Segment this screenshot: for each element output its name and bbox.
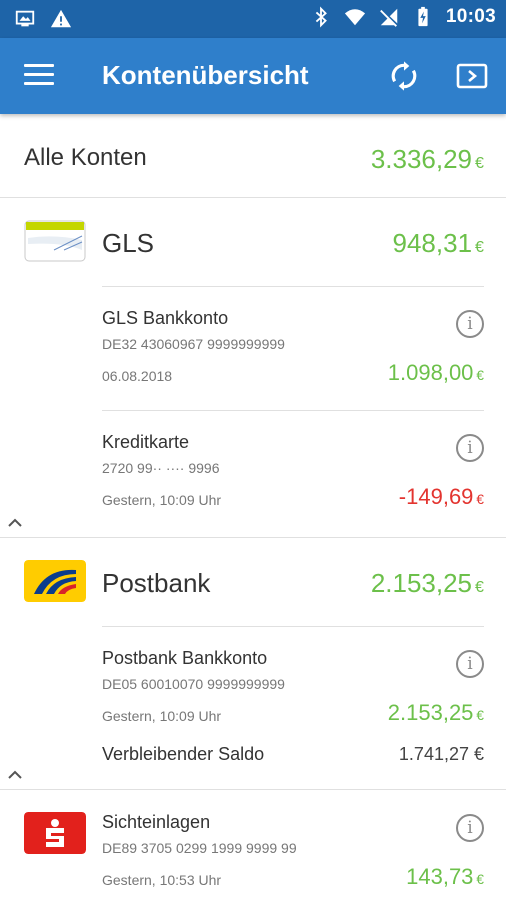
collapse-chevron-icon[interactable] — [8, 768, 22, 782]
account-date: Gestern, 10:09 Uhr — [102, 492, 222, 508]
info-icon[interactable]: i — [456, 650, 484, 678]
screenshot-icon — [15, 10, 35, 27]
account-amount: 143,73 € — [406, 864, 484, 889]
account-amount: 1.098,00 € — [387, 360, 484, 385]
remaining-balance-label: Verbleibender Saldo — [102, 744, 265, 764]
account-date: Gestern, 10:09 Uhr — [102, 708, 222, 724]
account-iban: DE32 43060967 9999999999 — [102, 336, 285, 352]
account-name: GLS Bankkonto — [102, 308, 229, 328]
logout-icon[interactable] — [456, 62, 488, 90]
no-signal-icon — [378, 7, 400, 28]
separator — [102, 286, 484, 287]
sparkasse-logo-icon — [24, 812, 86, 854]
account-name: Sichteinlagen — [102, 812, 211, 832]
menu-icon[interactable] — [24, 64, 54, 88]
wifi-icon — [344, 9, 365, 26]
account-date: Gestern, 10:53 Uhr — [102, 872, 222, 888]
bank-header-gls[interactable]: GLS 948,31 € — [0, 198, 506, 282]
total-row[interactable]: Alle Konten 3.336,29 € — [0, 114, 506, 198]
info-icon[interactable]: i — [456, 310, 484, 338]
gls-logo-icon — [24, 220, 86, 262]
account-kreditkarte[interactable]: Kreditkarte 2720 99·· ···· 9996 i Gester… — [102, 410, 484, 534]
account-iban: DE89 3705 0299 1999 9999 99 — [102, 840, 297, 856]
bank-header-postbank[interactable]: Postbank 2.153,25 € — [0, 538, 506, 622]
account-postbank-bankkonto[interactable]: Postbank Bankkonto DE05 60010070 9999999… — [102, 626, 484, 786]
remaining-balance-amount: 1.741,27 € — [398, 744, 484, 764]
account-name: Kreditkarte — [102, 432, 190, 452]
status-time: 10:03 — [445, 6, 496, 27]
bank-name: GLS — [102, 228, 155, 258]
sync-icon[interactable] — [388, 60, 420, 92]
account-sichteinlagen[interactable]: Sichteinlagen DE89 3705 0299 1999 9999 9… — [102, 790, 484, 900]
bank-amount: 948,31 € — [392, 228, 485, 258]
account-card-number: 2720 99·· ···· 9996 — [102, 460, 220, 476]
bank-amount: 2.153,25 € — [370, 568, 484, 598]
collapse-chevron-icon[interactable] — [8, 516, 22, 530]
info-icon[interactable]: i — [456, 434, 484, 462]
warning-icon — [50, 9, 72, 28]
total-amount: 3.336,29 € — [370, 144, 484, 174]
info-icon[interactable]: i — [456, 814, 484, 842]
bluetooth-icon — [315, 6, 327, 28]
battery-charging-icon — [418, 6, 428, 27]
bank-name: Postbank — [102, 568, 211, 598]
account-amount: 2.153,25 € — [387, 700, 484, 725]
account-date: 06.08.2018 — [102, 368, 173, 384]
status-bar: 10:03 — [0, 0, 506, 38]
account-name: Postbank Bankkonto — [102, 648, 268, 668]
account-gls-bankkonto[interactable]: GLS Bankkonto DE32 43060967 9999999999 i… — [102, 286, 484, 410]
postbank-logo-icon — [24, 560, 86, 602]
app-bar: Kontenübersicht — [0, 38, 506, 114]
account-amount: -149,69 € — [398, 484, 484, 509]
total-label: Alle Konten — [24, 144, 147, 171]
separator — [102, 410, 484, 411]
page-title: Kontenübersicht — [102, 60, 309, 90]
separator — [102, 626, 484, 627]
account-iban: DE05 60010070 9999999999 — [102, 676, 285, 692]
